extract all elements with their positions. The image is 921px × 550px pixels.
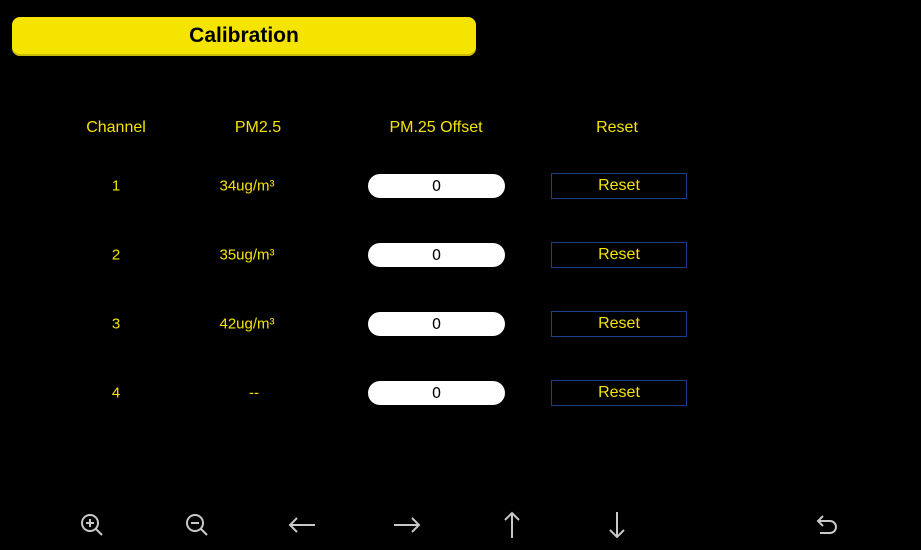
reset-button[interactable]: Reset	[551, 242, 687, 268]
arrow-right-icon[interactable]	[389, 507, 425, 543]
reset-button[interactable]: Reset	[551, 173, 687, 199]
pm25-offset-input[interactable]: 0	[368, 243, 505, 267]
channel-number: 4	[111, 384, 121, 402]
column-header-reset: Reset	[596, 119, 638, 136]
column-header-pm25: PM2.5	[234, 119, 282, 136]
channel-number: 3	[111, 315, 121, 333]
zoom-out-icon[interactable]	[179, 507, 215, 543]
title-bar: Calibration	[12, 17, 476, 56]
column-header-channel: Channel	[86, 119, 146, 136]
arrow-down-icon[interactable]	[599, 507, 635, 543]
column-header-offset: PM.25 Offset	[389, 119, 483, 136]
pm25-offset-input[interactable]: 0	[368, 174, 505, 198]
pm25-value: 35ug/m³	[219, 246, 275, 264]
arrow-up-icon[interactable]	[494, 507, 530, 543]
channel-number: 1	[111, 177, 121, 195]
reset-button[interactable]: Reset	[551, 380, 687, 406]
arrow-left-icon[interactable]	[284, 507, 320, 543]
pm25-value: 42ug/m³	[219, 315, 275, 333]
pm25-offset-input[interactable]: 0	[368, 381, 505, 405]
page-title: Calibration	[189, 24, 299, 47]
channel-number: 2	[111, 246, 121, 264]
zoom-in-icon[interactable]	[74, 507, 110, 543]
pm25-offset-input[interactable]: 0	[368, 312, 505, 336]
pm25-value: --	[249, 384, 259, 402]
back-icon[interactable]	[808, 507, 844, 543]
reset-button[interactable]: Reset	[551, 311, 687, 337]
pm25-value: 34ug/m³	[219, 177, 275, 195]
